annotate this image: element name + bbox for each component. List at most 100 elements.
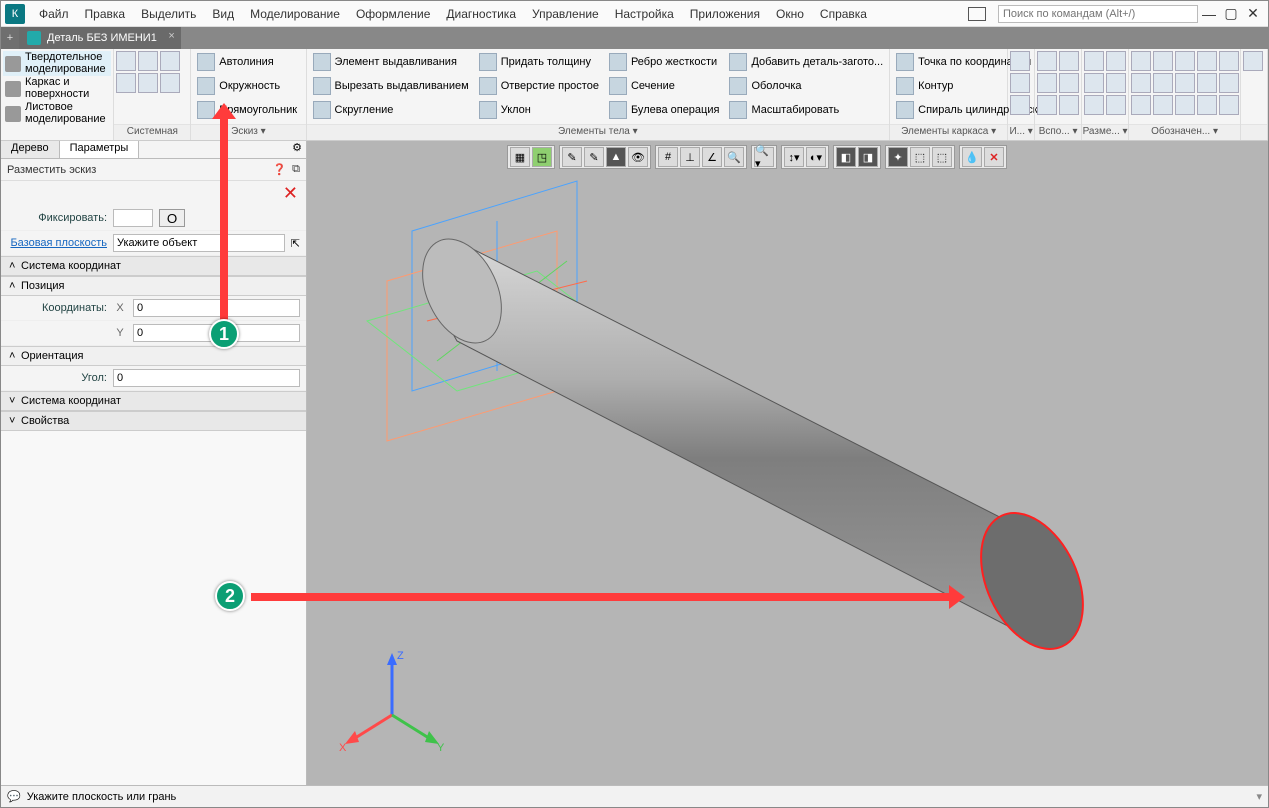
group-label-vsp[interactable]: Вспо... ▾ xyxy=(1035,124,1081,140)
new-file-icon[interactable] xyxy=(116,51,136,71)
bool-button[interactable]: Булева операция xyxy=(605,99,724,121)
ann-icon-14[interactable] xyxy=(1197,95,1217,115)
menu-help[interactable]: Справка xyxy=(812,7,875,21)
ann-icon-15[interactable] xyxy=(1219,95,1239,115)
window-close-button[interactable]: ✕ xyxy=(1242,5,1264,22)
save-file-icon[interactable] xyxy=(160,51,180,71)
menu-manage[interactable]: Управление xyxy=(524,7,607,21)
section-properties[interactable]: ˅Свойства xyxy=(1,411,306,431)
ann-icon-11[interactable] xyxy=(1131,95,1151,115)
extrude-button[interactable]: Элемент выдавливания xyxy=(309,51,473,73)
contour-button[interactable]: Контур xyxy=(892,75,1005,97)
dim-icon-6[interactable] xyxy=(1106,95,1126,115)
mode-frame[interactable]: Каркас и поверхности xyxy=(3,76,111,101)
mode-solid[interactable]: Твердотельное моделирование xyxy=(3,51,111,76)
misc-icon-2[interactable] xyxy=(1010,73,1030,93)
addpart-button[interactable]: Добавить деталь-загото... xyxy=(725,51,887,73)
command-search-input[interactable] xyxy=(998,5,1198,23)
rib-button[interactable]: Ребро жесткости xyxy=(605,51,724,73)
aux-icon-5[interactable] xyxy=(1037,95,1057,115)
dim-icon-2[interactable] xyxy=(1106,51,1126,71)
new-tab-button[interactable]: + xyxy=(1,27,19,49)
menu-view[interactable]: Вид xyxy=(204,7,242,21)
base-plane-link[interactable]: Базовая плоскость xyxy=(7,237,107,249)
misc-icon-3[interactable] xyxy=(1010,95,1030,115)
menu-modeling[interactable]: Моделирование xyxy=(242,7,348,21)
group-label-oboz[interactable]: Обозначен... ▾ xyxy=(1129,124,1240,140)
3d-viewport[interactable]: ▦ ◳ ✎ ✎ ▲ 👁 # ⊥ ∠ 🔍 🔍▾ ↕▾ ◐▾ xyxy=(307,141,1268,787)
autoline-button[interactable]: Автолиния xyxy=(193,51,303,73)
window-maximize-button[interactable]: ▢ xyxy=(1220,5,1242,22)
dim-icon-4[interactable] xyxy=(1106,73,1126,93)
menu-file[interactable]: Файл xyxy=(31,7,77,21)
thick-button[interactable]: Придать толщину xyxy=(475,51,603,73)
group-label-razm[interactable]: Разме... ▾ xyxy=(1082,124,1128,140)
panel-tab-tree[interactable]: Дерево xyxy=(1,141,60,158)
menu-design[interactable]: Оформление xyxy=(348,7,438,21)
open-file-icon[interactable] xyxy=(138,51,158,71)
menu-edit[interactable]: Правка xyxy=(77,7,134,21)
section-orientation[interactable]: ˄Ориентация xyxy=(1,346,306,366)
base-plane-picker-icon[interactable]: ⇱ xyxy=(291,237,300,250)
ann-icon-9[interactable] xyxy=(1197,73,1217,93)
ann-icon-10[interactable] xyxy=(1219,73,1239,93)
section-coord-sys[interactable]: ˄Система координат xyxy=(1,256,306,276)
ann-icon-3[interactable] xyxy=(1175,51,1195,71)
ann-icon-1[interactable] xyxy=(1131,51,1151,71)
ann-icon-2[interactable] xyxy=(1153,51,1173,71)
ann-icon-5[interactable] xyxy=(1219,51,1239,71)
cut-button[interactable]: Вырезать выдавливанием xyxy=(309,75,473,97)
group-label-body[interactable]: Элементы тела ▾ xyxy=(307,124,890,140)
undo-icon[interactable] xyxy=(138,73,158,93)
window-minimize-button[interactable]: — xyxy=(1198,6,1220,22)
misc-icon-1[interactable] xyxy=(1010,51,1030,71)
hole-button[interactable]: Отверстие простое xyxy=(475,75,603,97)
draft-button[interactable]: Уклон xyxy=(475,99,603,121)
print-icon[interactable] xyxy=(116,73,136,93)
document-tab[interactable]: Деталь БЕЗ ИМЕНИ1 × xyxy=(19,27,181,49)
ann-icon-7[interactable] xyxy=(1153,73,1173,93)
tab-close-button[interactable]: × xyxy=(168,30,174,42)
mode-sheet[interactable]: Листовое моделирование xyxy=(3,101,111,126)
angle-input[interactable] xyxy=(113,369,300,387)
help-icon[interactable]: ❓ xyxy=(272,163,286,176)
circle-button[interactable]: Окружность xyxy=(193,75,303,97)
fillet-button[interactable]: Скругление xyxy=(309,99,473,121)
fix-toggle-button[interactable]: О xyxy=(159,209,185,227)
dim-icon-5[interactable] xyxy=(1084,95,1104,115)
dim-icon-1[interactable] xyxy=(1084,51,1104,71)
layout-toggle-icon[interactable] xyxy=(968,7,986,21)
redo-icon[interactable] xyxy=(160,73,180,93)
ann-icon-4[interactable] xyxy=(1197,51,1217,71)
group-label-frame[interactable]: Элементы каркаса ▾ xyxy=(890,124,1007,140)
status-dropdown-icon[interactable]: ▾ xyxy=(1256,790,1262,803)
group-label-i[interactable]: И... ▾ xyxy=(1008,124,1034,140)
menu-window[interactable]: Окно xyxy=(768,7,812,21)
menu-diag[interactable]: Диагностика xyxy=(438,7,524,21)
ann-icon-8[interactable] xyxy=(1175,73,1195,93)
menu-apps[interactable]: Приложения xyxy=(682,7,768,21)
spiral-button[interactable]: Спираль цилиндрическ... xyxy=(892,99,1005,121)
aux-icon-2[interactable] xyxy=(1059,51,1079,71)
panel-tab-params[interactable]: Параметры xyxy=(60,141,140,158)
pointcoord-button[interactable]: Точка по координатам xyxy=(892,51,1005,73)
group-label-sketch[interactable]: Эскиз ▾ xyxy=(191,124,305,140)
section-button[interactable]: Сечение xyxy=(605,75,724,97)
shell-button[interactable]: Оболочка xyxy=(725,75,887,97)
scale-button[interactable]: Масштабировать xyxy=(725,99,887,121)
rect-button[interactable]: Прямоугольник xyxy=(193,99,303,121)
base-plane-input[interactable] xyxy=(113,234,285,252)
aux-icon-3[interactable] xyxy=(1037,73,1057,93)
panel-settings-icon[interactable]: ⚙ xyxy=(288,141,306,158)
fix-input[interactable] xyxy=(113,209,153,227)
panel-close-button[interactable]: ✕ xyxy=(1,181,306,206)
ann-icon-13[interactable] xyxy=(1175,95,1195,115)
menu-select[interactable]: Выделить xyxy=(133,7,204,21)
ann-icon-6[interactable] xyxy=(1131,73,1151,93)
aux-icon-1[interactable] xyxy=(1037,51,1057,71)
aux-icon-4[interactable] xyxy=(1059,73,1079,93)
extra-icon[interactable] xyxy=(1243,51,1263,71)
coord-x-input[interactable] xyxy=(133,299,300,317)
aux-icon-6[interactable] xyxy=(1059,95,1079,115)
dim-icon-3[interactable] xyxy=(1084,73,1104,93)
